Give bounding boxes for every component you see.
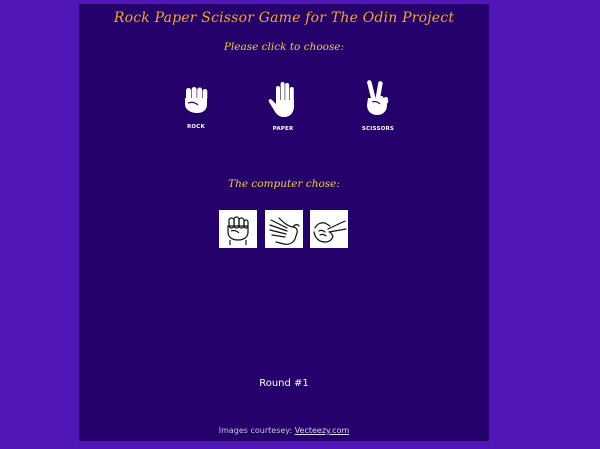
image-credits: Images courtesey: Vecteezy.com	[79, 426, 489, 435]
scissors-label: SCISSORS	[361, 126, 395, 132]
hand-outline-icon	[269, 217, 300, 245]
fist-icon	[185, 87, 208, 113]
computer-scissors-option	[310, 210, 348, 248]
game-panel: Rock Paper Scissor Game for The Odin Pro…	[79, 4, 489, 441]
peace-outline-icon	[313, 220, 347, 243]
rock-label: ROCK	[186, 124, 205, 130]
rock-choice-button[interactable]: ROCK	[166, 84, 226, 130]
fist-outline-icon	[227, 216, 249, 245]
round-counter: Round #1	[259, 378, 309, 389]
open-hand-icon	[268, 82, 294, 117]
scissors-choice-button[interactable]: SCISSORS	[348, 78, 408, 132]
computer-prompt: The computer chose:	[228, 178, 340, 190]
peace-sign-icon	[367, 80, 389, 115]
vecteezy-link[interactable]: Vecteezy.com	[295, 426, 350, 435]
paper-choice-button[interactable]: PAPER	[253, 80, 313, 132]
credits-text: Images courtesey:	[218, 426, 295, 435]
player-prompt: Please click to choose:	[223, 41, 345, 53]
page-title: Rock Paper Scissor Game for The Odin Pro…	[113, 10, 455, 26]
computer-rock-option	[219, 210, 257, 248]
computer-paper-option	[265, 210, 303, 248]
paper-label: PAPER	[272, 126, 294, 132]
